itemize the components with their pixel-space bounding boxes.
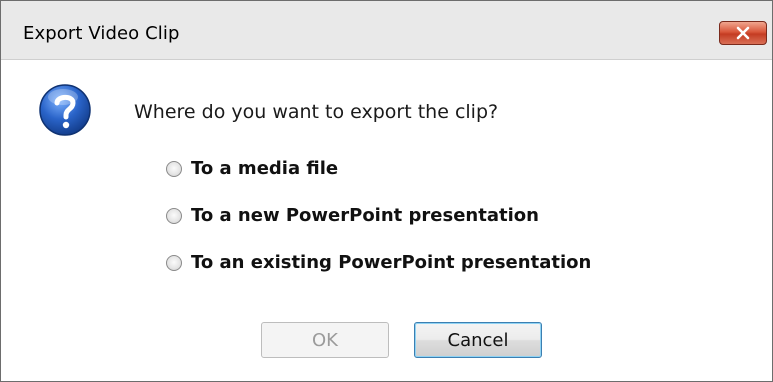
close-x-icon: [736, 26, 750, 40]
close-button[interactable]: [719, 21, 767, 45]
ok-button[interactable]: OK: [261, 322, 389, 358]
radio-media-file[interactable]: [166, 160, 182, 177]
option-new-presentation-label[interactable]: To a new PowerPoint presentation: [191, 205, 539, 226]
dialog-body: Where do you want to export the clip? To…: [1, 60, 772, 381]
option-media-file-label[interactable]: To a media file: [191, 158, 338, 179]
export-video-clip-dialog: Export Video Clip Where do you want to e…: [0, 0, 773, 382]
radio-existing-presentation[interactable]: [166, 254, 182, 271]
option-media-file[interactable]: To a media file: [166, 158, 338, 179]
export-prompt: Where do you want to export the clip?: [134, 101, 499, 123]
question-icon: [39, 84, 91, 136]
option-new-presentation[interactable]: To a new PowerPoint presentation: [166, 205, 539, 226]
dialog-title: Export Video Clip: [23, 23, 180, 44]
option-existing-presentation-label[interactable]: To an existing PowerPoint presentation: [191, 252, 591, 273]
radio-new-presentation[interactable]: [166, 207, 182, 224]
title-bar[interactable]: Export Video Clip: [1, 1, 772, 60]
option-existing-presentation[interactable]: To an existing PowerPoint presentation: [166, 252, 591, 273]
cancel-button[interactable]: Cancel: [414, 322, 542, 358]
